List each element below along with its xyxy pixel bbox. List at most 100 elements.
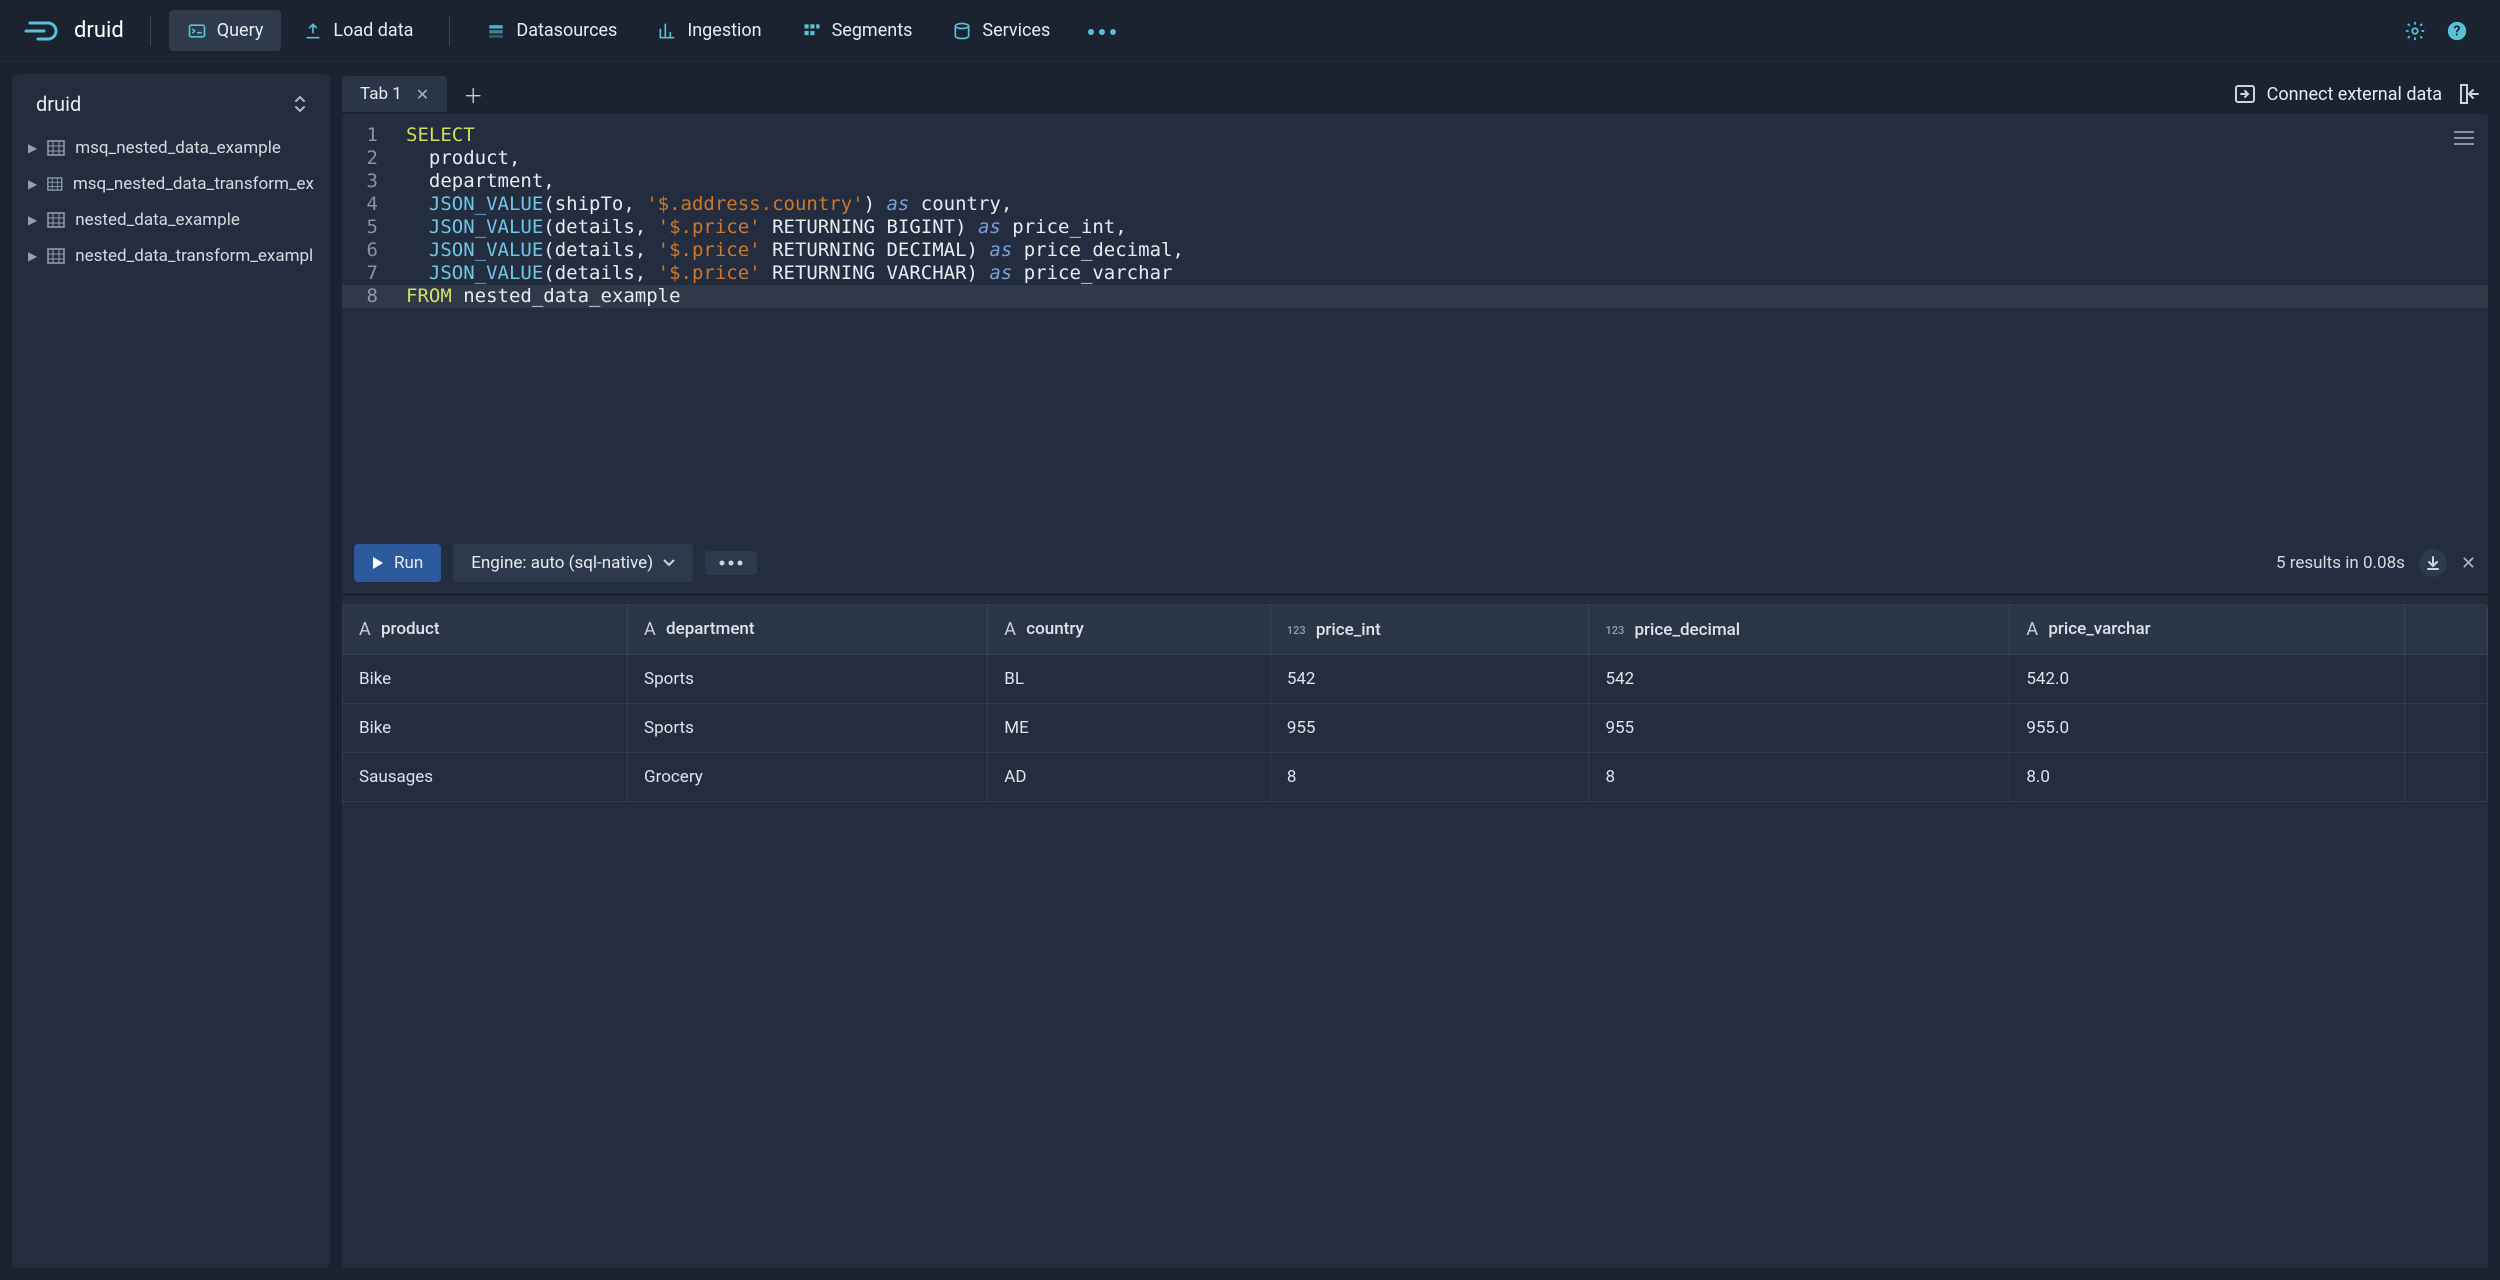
table-header: A productA departmentA country123 price_… xyxy=(343,605,2488,655)
table-cell: 955.0 xyxy=(2010,704,2405,753)
chart-icon xyxy=(657,21,677,41)
table-cell: 955 xyxy=(1270,704,1589,753)
engine-selector[interactable]: Engine: auto (sql-native) xyxy=(453,544,693,582)
top-nav: druid Query Load data Datasources Ingest… xyxy=(0,0,2500,62)
editor-panel: 12345678 SELECT product, department, JSO… xyxy=(342,114,2488,1268)
run-bar: Run Engine: auto (sql-native) 5 results … xyxy=(342,534,2488,592)
column-type-icon: A xyxy=(359,619,371,640)
logo[interactable]: druid xyxy=(24,17,124,45)
table-cell: 8 xyxy=(1270,753,1589,802)
column-header[interactable]: 123 price_decimal xyxy=(1589,605,2010,655)
logo-icon xyxy=(24,17,66,45)
close-results[interactable]: ✕ xyxy=(2461,553,2476,574)
segments-icon xyxy=(802,21,822,41)
divider xyxy=(150,16,151,46)
column-name: price_varchar xyxy=(2048,619,2150,639)
nav-services[interactable]: Services xyxy=(934,10,1068,51)
table-icon xyxy=(47,212,65,228)
column-name: price_int xyxy=(1316,620,1381,640)
table-cell: 542 xyxy=(1589,655,2010,704)
nav-datasources[interactable]: Datasources xyxy=(468,10,635,51)
gear-icon xyxy=(2404,20,2426,42)
help-icon: ? xyxy=(2446,20,2468,42)
connect-external-data[interactable]: Connect external data xyxy=(2225,78,2452,111)
column-header[interactable]: A department xyxy=(628,605,988,655)
settings-button[interactable] xyxy=(2396,12,2434,50)
table-cell: 8.0 xyxy=(2010,753,2405,802)
table-row[interactable]: BikeSportsME955955955.0 xyxy=(343,704,2488,753)
table-name: nested_data_example xyxy=(75,210,240,230)
help-button[interactable]: ? xyxy=(2438,12,2476,50)
nav-load-data[interactable]: Load data xyxy=(285,10,431,51)
database-icon xyxy=(952,21,972,41)
run-button[interactable]: Run xyxy=(354,544,441,582)
nav-ingestion[interactable]: Ingestion xyxy=(639,10,779,51)
table-cell xyxy=(2405,655,2488,704)
nav-services-label: Services xyxy=(982,20,1050,41)
datasource-selector[interactable]: druid xyxy=(22,88,320,130)
import-icon xyxy=(2235,85,2255,103)
column-name: department xyxy=(666,619,755,639)
table-item[interactable]: ▶ nested_data_transform_exampl xyxy=(22,238,320,274)
table-name: msq_nested_data_transform_ex xyxy=(73,174,314,194)
panel-collapse[interactable] xyxy=(2452,76,2488,112)
table-cell: 8 xyxy=(1589,753,2010,802)
table-cell: 955 xyxy=(1589,704,2010,753)
table-item[interactable]: ▶ msq_nested_data_example xyxy=(22,130,320,166)
table-name: nested_data_transform_exampl xyxy=(75,246,313,266)
nav-segments[interactable]: Segments xyxy=(784,10,931,51)
dots-icon xyxy=(1088,29,1116,35)
table-cell: Sports xyxy=(628,704,988,753)
column-name: product xyxy=(381,619,440,639)
download-results[interactable] xyxy=(2419,549,2447,577)
results-table-wrap: A productA departmentA country123 price_… xyxy=(342,604,2488,1268)
tab-close[interactable]: ✕ xyxy=(416,85,429,104)
results-count-label: 5 results in 0.08s xyxy=(2276,553,2405,573)
query-icon xyxy=(187,21,207,41)
chevron-right-icon: ▶ xyxy=(28,249,37,263)
splitter[interactable] xyxy=(342,592,2488,596)
table-cell: Bike xyxy=(343,655,628,704)
table-cell: ME xyxy=(988,704,1271,753)
download-icon xyxy=(2426,556,2440,570)
chevron-right-icon: ▶ xyxy=(28,177,37,191)
datasource-selected-label: druid xyxy=(36,92,81,116)
table-row[interactable]: SausagesGroceryAD888.0 xyxy=(343,753,2488,802)
column-header[interactable]: A country xyxy=(988,605,1271,655)
table-cell xyxy=(2405,704,2488,753)
code-content: SELECT product, department, JSON_VALUE(s… xyxy=(392,124,2488,534)
line-gutter: 12345678 xyxy=(342,124,392,534)
column-header[interactable]: A price_varchar xyxy=(2010,605,2405,655)
column-header[interactable]: A product xyxy=(343,605,628,655)
nav-segments-label: Segments xyxy=(832,20,913,41)
column-header[interactable]: 123 price_int xyxy=(1270,605,1589,655)
more-actions[interactable] xyxy=(705,551,757,575)
results-meta: 5 results in 0.08s ✕ xyxy=(2276,549,2476,577)
svg-text:?: ? xyxy=(2454,23,2461,39)
upload-icon xyxy=(303,21,323,41)
nav-query[interactable]: Query xyxy=(169,10,282,51)
more-menu[interactable] xyxy=(1072,14,1132,48)
engine-label: Engine: auto (sql-native) xyxy=(471,553,653,573)
table-icon xyxy=(47,176,63,192)
tab-add[interactable]: ＋ xyxy=(447,72,499,117)
table-cell: 542 xyxy=(1270,655,1589,704)
table-icon xyxy=(47,140,65,156)
column-type-icon: A xyxy=(1004,619,1016,640)
sql-editor[interactable]: 12345678 SELECT product, department, JSO… xyxy=(342,114,2488,534)
chevron-right-icon: ▶ xyxy=(28,213,37,227)
table-cell: 542.0 xyxy=(2010,655,2405,704)
play-icon xyxy=(372,556,384,570)
tab-1[interactable]: Tab 1 ✕ xyxy=(342,76,447,112)
table-icon xyxy=(47,248,65,264)
column-header-extra xyxy=(2405,605,2488,655)
table-cell: AD xyxy=(988,753,1271,802)
nav-datasources-label: Datasources xyxy=(516,20,617,41)
table-row[interactable]: BikeSportsBL542542542.0 xyxy=(343,655,2488,704)
sort-icon xyxy=(294,95,306,113)
editor-menu[interactable] xyxy=(2454,126,2474,149)
table-cell: BL xyxy=(988,655,1271,704)
table-item[interactable]: ▶ msq_nested_data_transform_ex xyxy=(22,166,320,202)
table-item[interactable]: ▶ nested_data_example xyxy=(22,202,320,238)
column-type-icon: A xyxy=(644,619,656,640)
